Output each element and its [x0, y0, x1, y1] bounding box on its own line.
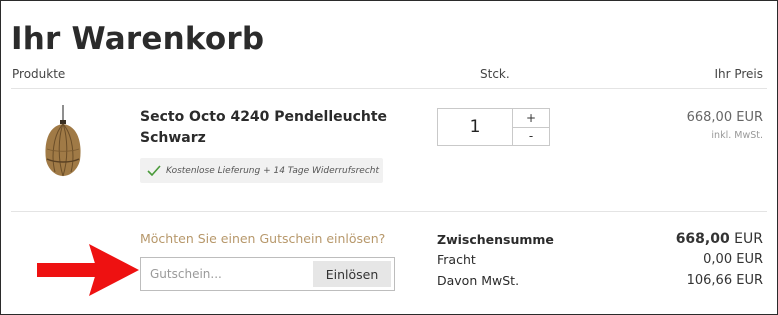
cart-page: Ihr Warenkorb Produkte Stck. Ihr Preis S… [0, 0, 778, 315]
coupon-input[interactable] [141, 258, 313, 290]
column-header-products: Produkte [12, 67, 66, 81]
checkmark-icon [147, 165, 161, 176]
subtotal-amount: 668,00 [675, 231, 730, 247]
subtotal-label: Zwischensumme [437, 232, 554, 247]
vat-note: inkl. MwSt. [711, 130, 763, 141]
coupon-question: Möchten Sie einen Gutschein einlösen? [140, 231, 386, 246]
vat-value: 106,66 EUR [686, 273, 763, 288]
quantity-stepper: 1 + - [437, 108, 550, 146]
divider [11, 211, 767, 212]
pendant-lamp-icon[interactable] [33, 105, 93, 181]
column-header-quantity: Stck. [480, 67, 510, 81]
subtotal-currency: EUR [734, 231, 763, 247]
shipping-label: Fracht [437, 252, 476, 267]
increase-quantity-button[interactable]: + [513, 109, 549, 127]
shipping-value: 0,00 EUR [703, 252, 763, 267]
decrease-quantity-button[interactable]: - [513, 126, 549, 146]
quantity-buttons: + - [512, 109, 549, 145]
product-name-link[interactable]: Secto Octo 4240 Pendelleuchte Schwarz [140, 107, 400, 149]
coupon-form: Einlösen [140, 257, 395, 291]
column-header-price: Ihr Preis [714, 67, 763, 81]
delivery-badge-text: Kostenlose Lieferung + 14 Tage Widerrufs… [166, 165, 380, 176]
page-title: Ihr Warenkorb [11, 21, 265, 57]
subtotal-value: 668,00 EUR [676, 231, 763, 247]
vat-label: Davon MwSt. [437, 273, 520, 288]
arrow-right-icon [37, 244, 139, 296]
quantity-value[interactable]: 1 [438, 109, 512, 145]
item-price: 668,00 EUR [686, 110, 763, 125]
divider [11, 88, 767, 89]
delivery-badge: Kostenlose Lieferung + 14 Tage Widerrufs… [140, 158, 383, 183]
redeem-coupon-button[interactable]: Einlösen [313, 261, 391, 287]
